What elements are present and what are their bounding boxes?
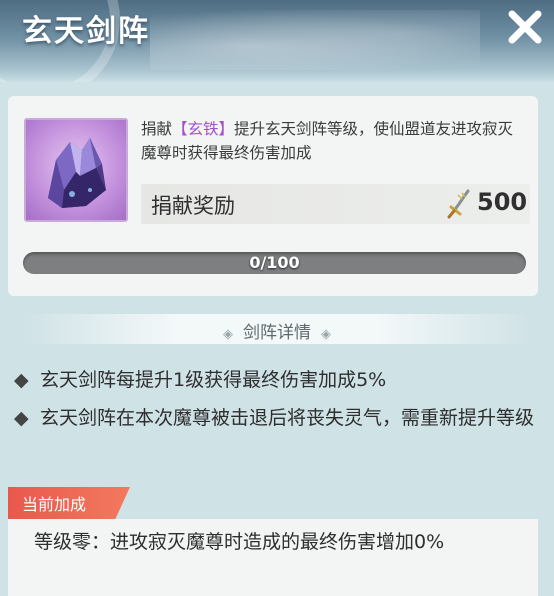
sword-currency-icon bbox=[447, 189, 470, 219]
crystal-ore-icon[interactable] bbox=[24, 118, 128, 222]
reward-value: 500 bbox=[477, 188, 528, 216]
cloud-decoration bbox=[150, 10, 480, 70]
diamond-icon: ◈ bbox=[223, 327, 233, 342]
progress-text: 0/100 bbox=[249, 253, 300, 272]
bullet-diamond-icon: ◆ bbox=[14, 407, 29, 429]
details-title: 剑阵详情 bbox=[243, 323, 311, 343]
current-bonus-value: 等级零：进攻寂灭魔尊时造成的最终伤害增加0% bbox=[34, 531, 445, 553]
page-title: 玄天剑阵 bbox=[22, 14, 150, 49]
detail-bullet: ◆ 玄天剑阵在本次魔尊被击退后将丧失灵气，需重新提升等级 bbox=[14, 402, 534, 434]
close-icon[interactable] bbox=[504, 6, 546, 48]
donate-description: 捐献【玄铁】提升玄天剑阵等级，使仙盟道友进攻寂灭魔尊时获得最终伤害加成 bbox=[141, 117, 526, 165]
donate-card: 捐献【玄铁】提升玄天剑阵等级，使仙盟道友进攻寂灭魔尊时获得最终伤害加成 捐献奖励… bbox=[8, 96, 538, 296]
detail-text: 玄天剑阵每提升1级获得最终伤害加成5% bbox=[40, 369, 387, 391]
current-bonus-badge-label: 当前加成 bbox=[22, 495, 87, 514]
desc-prefix: 捐献 bbox=[141, 120, 173, 138]
reward-label: 捐献奖励 bbox=[151, 194, 235, 218]
donate-progress-bar: 0/100 bbox=[23, 252, 526, 274]
item-name-link[interactable]: 【玄铁】 bbox=[172, 120, 234, 138]
section-title: ◈ 剑阵详情 ◈ bbox=[0, 318, 554, 343]
detail-text: 玄天剑阵在本次魔尊被击退后将丧失灵气，需重新提升等级 bbox=[40, 407, 535, 429]
diamond-icon: ◈ bbox=[321, 327, 331, 342]
detail-bullet: ◆ 玄天剑阵每提升1级获得最终伤害加成5% bbox=[14, 364, 534, 396]
reward-row: 捐献奖励 500 bbox=[141, 184, 530, 224]
bullet-diamond-icon: ◆ bbox=[14, 369, 29, 391]
current-bonus-text: 等级零：进攻寂灭魔尊时造成的最终伤害增加0% bbox=[18, 516, 528, 558]
